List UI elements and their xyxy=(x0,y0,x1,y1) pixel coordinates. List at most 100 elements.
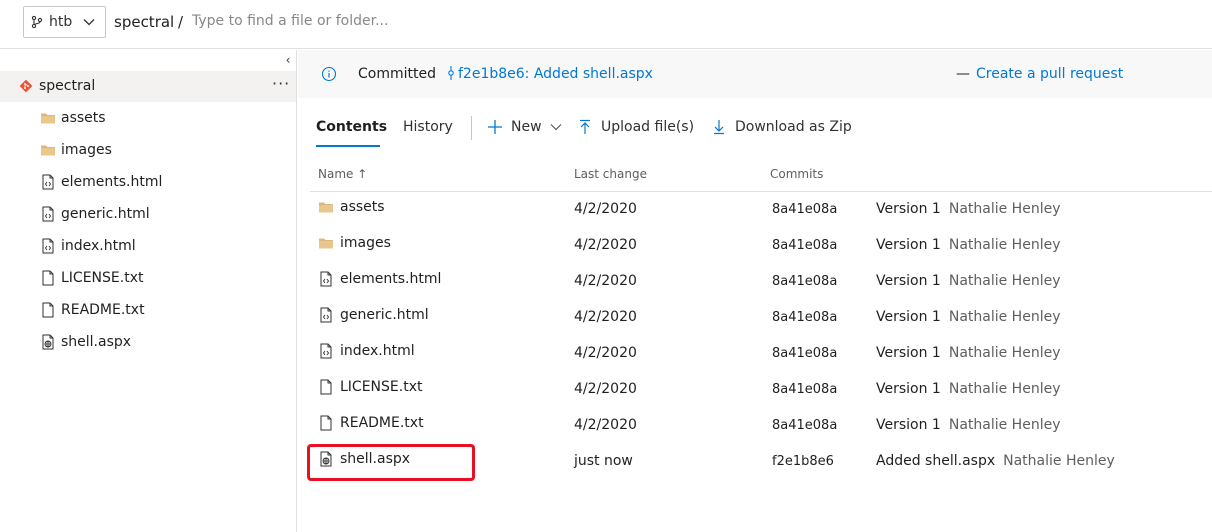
table-row[interactable]: index.html 4/2/2020 8a41e08a Version 1 Natha… xyxy=(310,336,1212,372)
file-name: images xyxy=(340,235,391,251)
tab-history[interactable]: History xyxy=(403,119,453,135)
table-row[interactable]: LICENSE.txt 4/2/2020 8a41e08a Version 1 Nath… xyxy=(310,372,1212,408)
file-name: generic.html xyxy=(340,307,429,323)
tree-item[interactable]: assets xyxy=(40,108,106,128)
commit-message-cell: Added shell.aspx Nathalie Henley xyxy=(876,453,1115,469)
column-header-name[interactable]: Name ↑ xyxy=(318,167,367,181)
git-repo-icon xyxy=(19,79,33,93)
code-file-icon xyxy=(318,307,334,323)
last-change-date: 4/2/2020 xyxy=(574,237,637,253)
text-file-icon xyxy=(318,379,334,395)
commit-hash-link[interactable]: 8a41e08a xyxy=(772,346,837,361)
commit-hash-link[interactable]: f2e1b8e6 xyxy=(772,454,834,469)
tab-toolbar: Contents History New Upload file(s) Down… xyxy=(298,110,1212,150)
commit-author: Nathalie Henley xyxy=(948,345,1061,361)
banner-dash: — xyxy=(956,66,970,82)
column-header-commits: Commits xyxy=(770,167,824,181)
download-label: Download as Zip xyxy=(735,119,852,135)
last-change-date: 4/2/2020 xyxy=(574,381,637,397)
table-row[interactable]: elements.html 4/2/2020 8a41e08a Version 1 Na… xyxy=(310,264,1212,300)
commit-banner: Committed f2e1b8e6: Added shell.aspx — C… xyxy=(298,50,1212,98)
tree-item[interactable]: README.txt xyxy=(40,300,145,320)
commit-message-cell: Version 1 Nathalie Henley xyxy=(876,201,1060,217)
table-row[interactable]: generic.html 4/2/2020 8a41e08a Version 1 Nat… xyxy=(310,300,1212,336)
commit-message-cell: Version 1 Nathalie Henley xyxy=(876,417,1060,433)
new-button[interactable]: New xyxy=(487,119,562,135)
commit-author: Nathalie Henley xyxy=(948,201,1061,217)
commit-hash-link[interactable]: 8a41e08a xyxy=(772,274,837,289)
table-row[interactable]: README.txt 4/2/2020 8a41e08a Version 1 Natha… xyxy=(310,408,1212,444)
upload-files-button[interactable]: Upload file(s) xyxy=(577,119,694,135)
commit-hash-link[interactable]: 8a41e08a xyxy=(772,382,837,397)
web-file-icon xyxy=(40,334,56,350)
file-name-cell[interactable]: README.txt xyxy=(318,415,424,431)
create-pull-request-link[interactable]: Create a pull request xyxy=(976,66,1123,82)
file-name-cell[interactable]: index.html xyxy=(318,343,415,359)
chevron-down-icon xyxy=(550,124,561,131)
commit-hash-link[interactable]: 8a41e08a xyxy=(772,310,837,325)
commit-message: Version 1 xyxy=(876,237,941,253)
last-change-date: just now xyxy=(574,453,633,469)
breadcrumb-repo[interactable]: spectral xyxy=(114,13,174,31)
tab-contents[interactable]: Contents xyxy=(316,119,387,135)
commit-message: Version 1 xyxy=(876,345,941,361)
branch-selector[interactable]: htb xyxy=(23,6,106,38)
file-name-cell[interactable]: LICENSE.txt xyxy=(318,379,422,395)
code-file-icon xyxy=(40,238,56,254)
commit-link[interactable]: f2e1b8e6: Added shell.aspx xyxy=(446,66,653,82)
branch-name: htb xyxy=(49,14,73,30)
tree-item[interactable]: shell.aspx xyxy=(40,332,131,352)
folder-icon xyxy=(40,142,56,158)
upload-icon xyxy=(580,119,590,134)
table-row[interactable]: images 4/2/2020 8a41e08a Version 1 Nathalie … xyxy=(310,228,1212,264)
upload-label: Upload file(s) xyxy=(601,119,695,135)
code-file-icon xyxy=(40,206,56,222)
last-change-date: 4/2/2020 xyxy=(574,309,637,325)
toolbar-divider xyxy=(471,116,472,140)
tree-item[interactable]: images xyxy=(40,140,112,160)
commit-hash-link[interactable]: 8a41e08a xyxy=(772,418,837,433)
table-row[interactable]: assets 4/2/2020 8a41e08a Version 1 Nathalie … xyxy=(310,192,1212,228)
tree-root-label: spectral xyxy=(39,78,96,94)
tree-item[interactable]: generic.html xyxy=(40,204,150,224)
tree-root-repo[interactable]: spectral ··· xyxy=(0,71,296,102)
file-name: assets xyxy=(340,199,385,215)
commit-author: Nathalie Henley xyxy=(1003,453,1115,469)
commit-hash-link[interactable]: 8a41e08a xyxy=(772,202,837,217)
commit-author: Nathalie Henley xyxy=(948,417,1061,433)
last-change-date: 4/2/2020 xyxy=(574,345,637,361)
new-label: New xyxy=(511,119,542,135)
file-name-cell[interactable]: images xyxy=(318,235,391,251)
download-zip-button[interactable]: Download as Zip xyxy=(711,119,852,135)
tree-item[interactable]: elements.html xyxy=(40,172,162,192)
commit-message: Added shell.aspx xyxy=(876,453,996,469)
commit-link-text: f2e1b8e6: Added shell.aspx xyxy=(458,66,653,82)
commit-message-cell: Version 1 Nathalie Henley xyxy=(876,309,1060,325)
folder-icon xyxy=(318,235,334,251)
more-actions-button[interactable]: ··· xyxy=(272,74,290,93)
text-file-icon xyxy=(40,270,56,286)
committed-label: Committed xyxy=(358,66,436,82)
collapse-sidebar-button[interactable]: ‹ xyxy=(282,53,294,67)
table-header: Name ↑ Last change Commits xyxy=(310,160,1212,192)
git-branch-icon xyxy=(31,15,43,29)
file-name-cell[interactable]: elements.html xyxy=(318,271,441,287)
file-name-cell[interactable]: generic.html xyxy=(318,307,429,323)
file-name: elements.html xyxy=(340,271,442,287)
file-name-cell[interactable]: assets xyxy=(318,199,385,215)
commit-hash-link[interactable]: 8a41e08a xyxy=(772,238,837,253)
commit-author: Nathalie Henley xyxy=(948,237,1061,253)
tree-item[interactable]: index.html xyxy=(40,236,136,256)
tree-item-label: index.html xyxy=(61,238,136,254)
commit-message: Version 1 xyxy=(876,381,941,397)
tree-item[interactable]: LICENSE.txt xyxy=(40,268,143,288)
commit-message-cell: Version 1 Nathalie Henley xyxy=(876,273,1060,289)
commit-message: Version 1 xyxy=(876,417,941,433)
download-icon xyxy=(714,120,724,135)
chevron-down-icon xyxy=(83,19,95,26)
file-search-input[interactable] xyxy=(192,8,592,34)
commit-message: Version 1 xyxy=(876,309,941,325)
file-name: LICENSE.txt xyxy=(340,379,423,395)
commit-message: Version 1 xyxy=(876,201,941,217)
active-tab-indicator xyxy=(316,145,380,147)
